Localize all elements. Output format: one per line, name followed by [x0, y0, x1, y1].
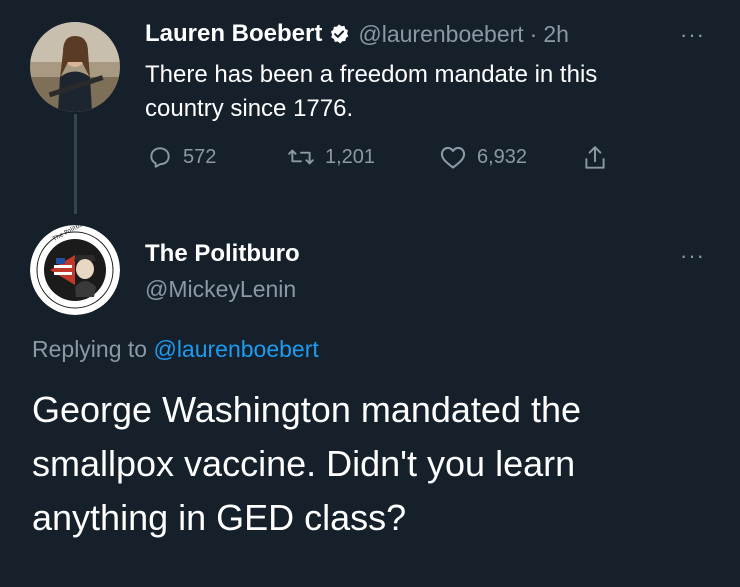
author-handle[interactable]: @MickeyLenin: [145, 276, 296, 303]
profile-photo: [30, 22, 120, 112]
tweet2-text: George Washington mandated the smallpox …: [32, 383, 732, 545]
more-options-icon[interactable]: ···: [680, 22, 705, 48]
like-action[interactable]: 6,932: [439, 144, 527, 170]
retweet-icon: [288, 149, 314, 165]
like-count: 6,932: [477, 145, 528, 168]
author-handle[interactable]: @laurenboebert: [358, 21, 523, 48]
avatar-lauren-boebert[interactable]: [30, 22, 120, 112]
tweet2-text-line1: George Washington mandated the: [32, 389, 582, 430]
author-name[interactable]: Lauren Boebert: [145, 20, 322, 48]
verified-badge-icon: [328, 23, 350, 45]
reply-action[interactable]: 572: [147, 144, 216, 170]
retweet-count: 1,201: [325, 145, 376, 168]
more-options-icon[interactable]: ···: [680, 243, 705, 269]
share-action[interactable]: [582, 144, 608, 172]
tweet1-text-line2: country since 1776.: [145, 95, 354, 122]
replying-to-handle-link[interactable]: @laurenboebert: [153, 336, 318, 362]
replying-to: Replying to @laurenboebert: [32, 336, 319, 363]
share-icon: [585, 146, 605, 169]
author-name[interactable]: The Politburo: [145, 240, 300, 268]
thread-connector-line: [74, 114, 77, 214]
retweet-action[interactable]: 1,201: [287, 144, 375, 170]
dot-separator: ·: [529, 20, 538, 47]
reply-count: 572: [183, 145, 217, 168]
tweet-time[interactable]: 2h: [543, 21, 569, 48]
tweet1-text-line1: There has been a freedom mandate in this: [145, 61, 598, 88]
avatar-the-politburo[interactable]: The Politburo of Freedom Defense: [30, 225, 120, 315]
tweet1-header: Lauren Boebert @laurenboebert · 2h: [145, 20, 569, 48]
tweet2-text-line3: anything in GED class?: [32, 497, 407, 538]
tweet2-text-line2: smallpox vaccine. Didn't you learn: [32, 443, 576, 484]
heart-icon: [440, 146, 466, 169]
replying-to-prefix: Replying to: [32, 336, 148, 362]
tweet1-text: There has been a freedom mandate in this…: [145, 58, 725, 126]
politburo-logo: The Politburo of Freedom Defense: [30, 225, 120, 315]
reply-icon: [150, 147, 170, 168]
